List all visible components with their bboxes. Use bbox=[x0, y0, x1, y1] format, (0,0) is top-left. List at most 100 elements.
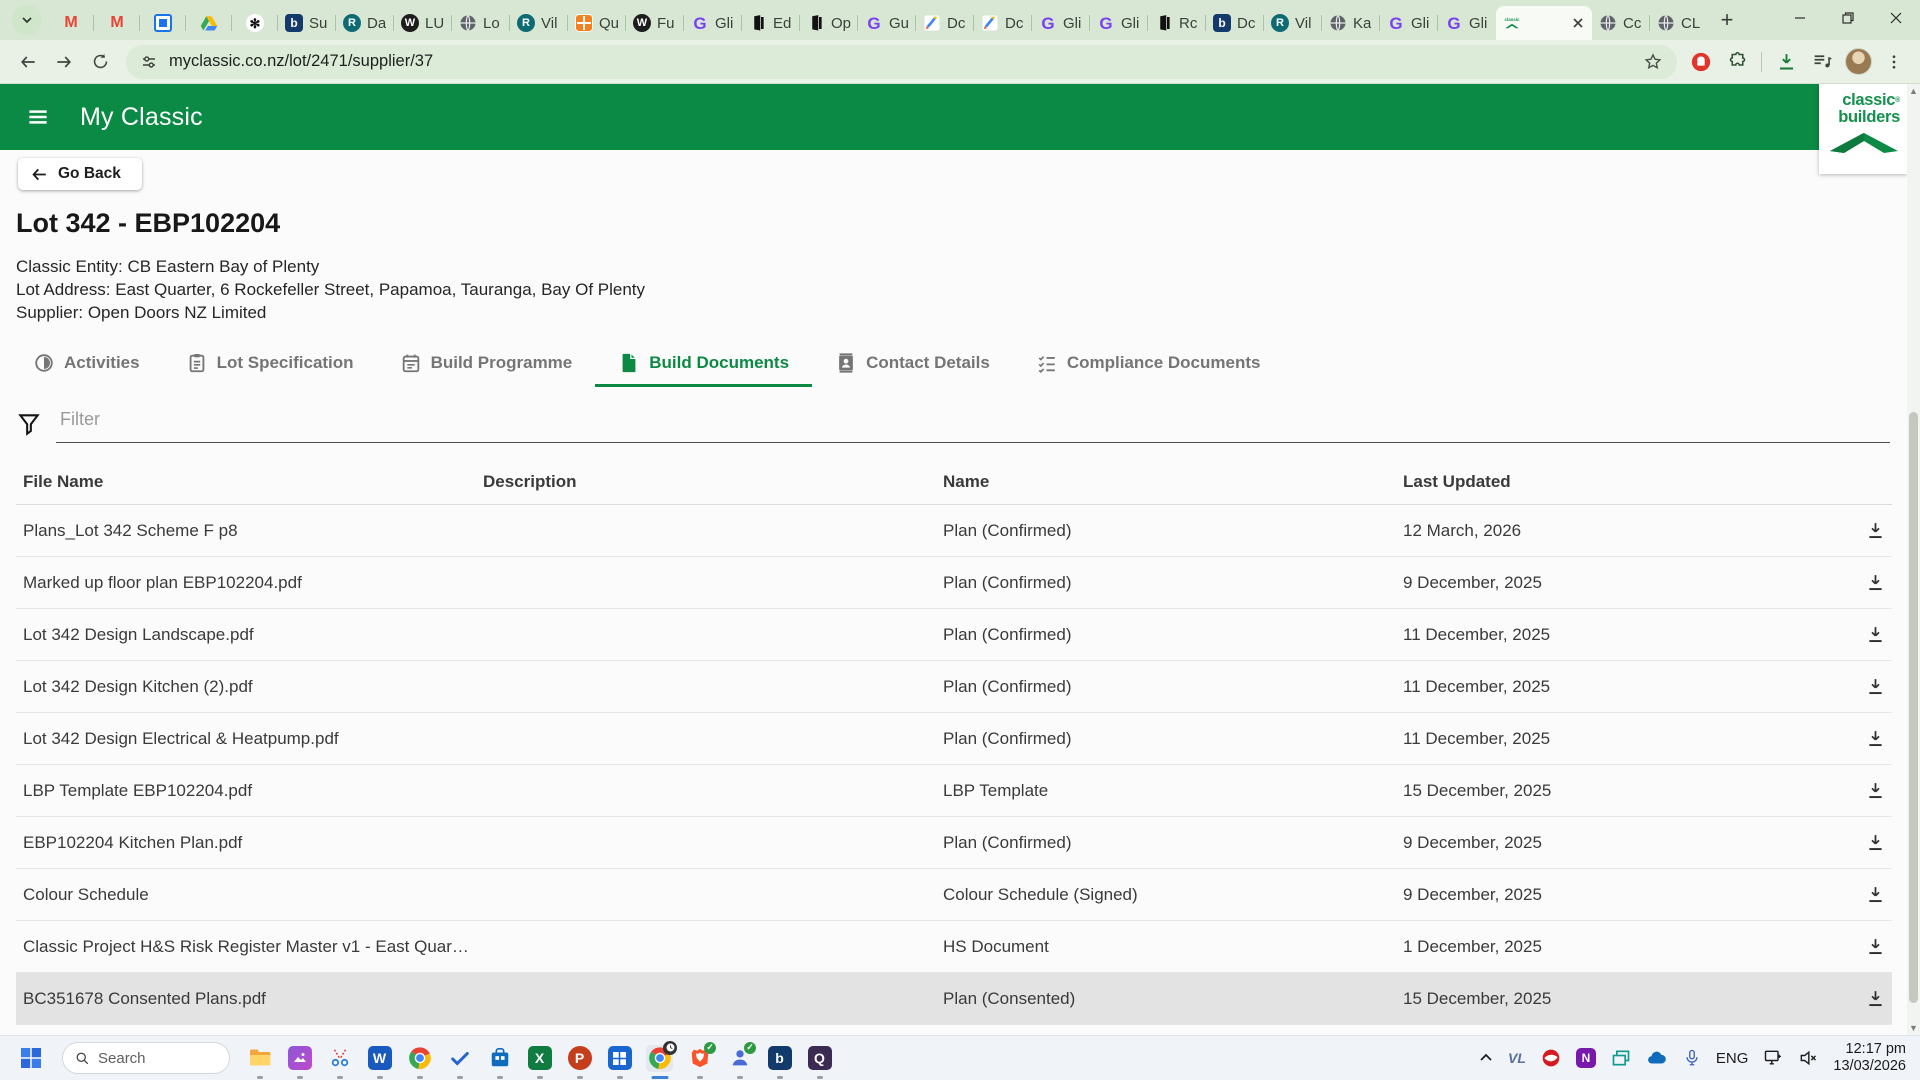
microsoft-store-icon[interactable] bbox=[486, 1045, 513, 1072]
download-button[interactable] bbox=[1858, 878, 1892, 912]
browser-tab[interactable]: WFu bbox=[626, 6, 684, 40]
table-row[interactable]: Colour ScheduleColour Schedule (Signed)9… bbox=[16, 869, 1892, 921]
browser-tab[interactable]: RVil bbox=[1264, 6, 1322, 40]
microsoft365-icon[interactable] bbox=[606, 1045, 633, 1072]
browser-tab[interactable]: M bbox=[48, 6, 94, 40]
browser-tab[interactable]: GGli bbox=[1090, 6, 1148, 40]
browser-menu-icon[interactable] bbox=[1878, 46, 1910, 78]
browser-tab[interactable]: Ka bbox=[1322, 6, 1380, 40]
browser-tab[interactable]: GGli bbox=[1380, 6, 1438, 40]
table-row[interactable]: EBP102204 Kitchen Plan.pdfPlan (Confirme… bbox=[16, 817, 1892, 869]
browser-tab[interactable] bbox=[186, 6, 232, 40]
download-button[interactable] bbox=[1858, 566, 1892, 600]
browser-tab[interactable]: Lo bbox=[452, 6, 510, 40]
browser-tab[interactable]: Ed bbox=[742, 6, 800, 40]
site-settings-icon[interactable] bbox=[140, 53, 158, 71]
filter-input[interactable] bbox=[56, 405, 1890, 442]
table-row[interactable]: LBP Template EBP102204.pdfLBP Template15… bbox=[16, 765, 1892, 817]
extensions-puzzle-icon[interactable] bbox=[1721, 46, 1753, 78]
gq-app-icon[interactable]: Q bbox=[806, 1045, 833, 1072]
browser-tab[interactable]: WLU bbox=[394, 6, 452, 40]
excel-icon[interactable]: X bbox=[526, 1045, 553, 1072]
onedrive-icon[interactable] bbox=[1646, 1047, 1668, 1069]
scroll-down-icon[interactable]: ▼ bbox=[1909, 1021, 1918, 1035]
browser-tab[interactable]: Dc bbox=[916, 6, 974, 40]
browser-tab[interactable]: Rc bbox=[1148, 6, 1206, 40]
table-row[interactable]: Classic Project H&S Risk Register Master… bbox=[16, 921, 1892, 973]
table-row[interactable]: Plans_Lot 342 Scheme F p8Plan (Confirmed… bbox=[16, 505, 1892, 557]
browser-tab[interactable]: bDc bbox=[1206, 6, 1264, 40]
vl-tray-icon[interactable]: VL bbox=[1508, 1050, 1526, 1066]
browser-tab[interactable]: Op bbox=[800, 6, 858, 40]
volume-muted-icon[interactable] bbox=[1798, 1048, 1818, 1068]
scrollbar-track[interactable] bbox=[1907, 98, 1920, 1021]
downloads-icon[interactable] bbox=[1770, 46, 1802, 78]
address-bar[interactable]: myclassic.co.nz/lot/2471/supplier/37 bbox=[126, 45, 1677, 79]
go-back-button[interactable]: Go Back bbox=[18, 158, 142, 190]
start-button[interactable] bbox=[14, 1041, 48, 1075]
reading-list-icon[interactable] bbox=[1806, 46, 1838, 78]
table-row[interactable]: Lot 342 Design Kitchen (2).pdfPlan (Conf… bbox=[16, 661, 1892, 713]
browser-tab[interactable]: ✻ bbox=[232, 6, 278, 40]
photos-icon[interactable] bbox=[286, 1045, 313, 1072]
browser-tab[interactable]: M bbox=[94, 6, 140, 40]
profile-avatar[interactable] bbox=[1842, 46, 1874, 78]
browser-tab[interactable]: GGli bbox=[684, 6, 742, 40]
table-row-highlighted[interactable]: BC351678 Consented Plans.pdfPlan (Consen… bbox=[16, 973, 1892, 1025]
table-row[interactable]: Marked up floor plan EBP102204.pdfPlan (… bbox=[16, 557, 1892, 609]
tab-search-button[interactable] bbox=[12, 5, 42, 35]
hamburger-menu-icon[interactable] bbox=[22, 101, 54, 133]
download-button[interactable] bbox=[1858, 826, 1892, 860]
browser-tab[interactable]: Dc bbox=[974, 6, 1032, 40]
browser-tab[interactable]: GGli bbox=[1032, 6, 1090, 40]
browser-tab[interactable]: bSu bbox=[278, 6, 336, 40]
taskbar-search[interactable] bbox=[62, 1042, 230, 1074]
tab-build-documents[interactable]: Build Documents bbox=[595, 340, 812, 387]
tab-contact-details[interactable]: Contact Details bbox=[812, 340, 1013, 387]
browser-tab[interactable]: Cc bbox=[1592, 6, 1650, 40]
language-indicator[interactable]: ENG bbox=[1716, 1050, 1749, 1067]
chrome-icon[interactable] bbox=[406, 1045, 433, 1072]
chrome-active-icon[interactable] bbox=[646, 1045, 673, 1072]
snipping-tool-icon[interactable] bbox=[326, 1045, 353, 1072]
download-button[interactable] bbox=[1858, 930, 1892, 964]
page-scrollbar[interactable]: ▲ ▼ bbox=[1907, 84, 1920, 1035]
browser-tab[interactable]: CL bbox=[1650, 6, 1708, 40]
tab-build-programme[interactable]: Build Programme bbox=[377, 340, 596, 387]
browser-tab[interactable]: Qu bbox=[568, 6, 626, 40]
scroll-up-icon[interactable]: ▲ bbox=[1909, 84, 1918, 98]
browser-tab[interactable]: RVil bbox=[510, 6, 568, 40]
browser-tab-active[interactable]: classic bbox=[1496, 6, 1592, 40]
taskbar-clock[interactable]: 12:17 pm 13/03/2026 bbox=[1833, 1041, 1906, 1075]
bluebeam-icon[interactable]: b bbox=[766, 1045, 793, 1072]
bookmark-star-icon[interactable] bbox=[1643, 52, 1663, 72]
download-button[interactable] bbox=[1858, 618, 1892, 652]
reload-button[interactable] bbox=[82, 44, 118, 80]
network-icon[interactable] bbox=[1763, 1048, 1783, 1068]
browser-tab[interactable] bbox=[140, 6, 186, 40]
onenote-icon[interactable]: N bbox=[1576, 1048, 1596, 1068]
tab-compliance-documents[interactable]: Compliance Documents bbox=[1013, 340, 1284, 387]
brave-icon[interactable]: ✓ bbox=[686, 1045, 713, 1072]
todo-icon[interactable] bbox=[446, 1045, 473, 1072]
url-text[interactable]: myclassic.co.nz/lot/2471/supplier/37 bbox=[169, 52, 1632, 71]
tray-expand-icon[interactable] bbox=[1479, 1051, 1493, 1065]
microphone-icon[interactable] bbox=[1683, 1049, 1701, 1067]
powerpoint-icon[interactable]: P bbox=[566, 1045, 593, 1072]
close-tab-icon[interactable] bbox=[1571, 16, 1585, 30]
browser-tab[interactable]: GGu bbox=[858, 6, 916, 40]
download-button[interactable] bbox=[1858, 670, 1892, 704]
restore-button[interactable] bbox=[1824, 0, 1872, 36]
teams-icon[interactable]: ✓ bbox=[726, 1045, 753, 1072]
table-row[interactable]: Lot 342 Design Electrical & Heatpump.pdf… bbox=[16, 713, 1892, 765]
file-explorer-icon[interactable] bbox=[246, 1045, 273, 1072]
forward-button[interactable] bbox=[46, 44, 82, 80]
browser-tab[interactable]: GGli bbox=[1438, 6, 1496, 40]
download-button[interactable] bbox=[1858, 514, 1892, 548]
close-window-button[interactable] bbox=[1872, 0, 1920, 36]
new-tab-button[interactable]: + bbox=[1712, 5, 1742, 35]
download-button[interactable] bbox=[1858, 982, 1892, 1016]
taskbar-search-input[interactable] bbox=[98, 1050, 198, 1067]
table-row[interactable]: Lot 342 Design Landscape.pdfPlan (Confir… bbox=[16, 609, 1892, 661]
download-button[interactable] bbox=[1858, 774, 1892, 808]
